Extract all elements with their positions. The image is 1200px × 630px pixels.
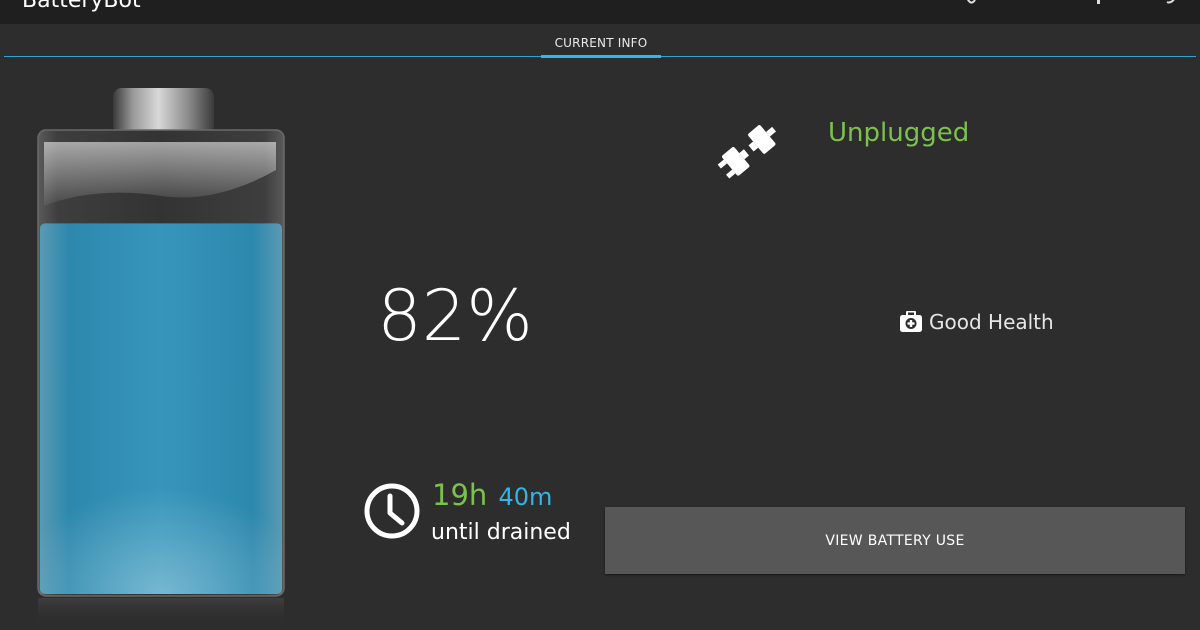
overflow-menu-icon[interactable]: [1163, 0, 1181, 8]
battery-fill-glow: [40, 416, 282, 594]
health-status-label: Good Health: [929, 310, 1054, 334]
battery-percentage: 82%: [377, 275, 533, 357]
time-remaining-minutes: 40m: [498, 483, 553, 511]
settings-icon[interactable]: [1090, 0, 1108, 8]
unplugged-icon: [717, 125, 776, 179]
first-aid-kit-icon: [900, 311, 922, 332]
view-battery-use-button[interactable]: VIEW BATTERY USE: [605, 507, 1185, 574]
tab-current-info-label: CURRENT INFO: [554, 36, 648, 50]
tab-selected-indicator: [541, 55, 661, 58]
health-status: Good Health: [899, 308, 1054, 336]
app-title: BatteryBot: [22, 0, 141, 13]
action-bar: BatteryBot: [0, 0, 1200, 24]
clock-icon: [364, 483, 420, 539]
time-remaining: 19h 40m: [432, 478, 552, 512]
tab-strip: CURRENT INFO: [0, 24, 1200, 58]
battery-reflection: [38, 598, 284, 626]
tab-current-info[interactable]: CURRENT INFO: [541, 24, 661, 58]
time-remaining-hours: 19h: [432, 478, 488, 512]
charger-status: Unplugged: [828, 118, 970, 148]
battery-cap: [113, 88, 214, 134]
time-remaining-caption: until drained: [431, 520, 571, 545]
battery-level-graphic: [37, 88, 285, 626]
wave-icon[interactable]: [965, 0, 983, 8]
